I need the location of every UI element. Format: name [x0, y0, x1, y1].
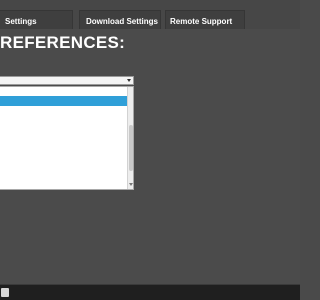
- tab-remote-support[interactable]: Remote Support: [165, 10, 245, 29]
- scroll-thumb[interactable]: [129, 125, 133, 171]
- vertical-scrollbar[interactable]: [127, 87, 133, 189]
- preferences-dropdown[interactable]: [0, 76, 134, 85]
- top-nav: Settings Download Settings Remote Suppor…: [0, 0, 300, 29]
- page-title: REFERENCES:: [0, 33, 126, 52]
- app-icon[interactable]: [1, 288, 9, 297]
- app-window: Settings Download Settings Remote Suppor…: [0, 0, 300, 300]
- arrow-down-icon[interactable]: [129, 183, 133, 186]
- tab-settings[interactable]: Settings: [0, 10, 73, 29]
- preferences-list[interactable]: [0, 86, 134, 190]
- selected-list-item[interactable]: [0, 96, 128, 106]
- tab-download-settings[interactable]: Download Settings: [79, 10, 161, 29]
- chevron-down-icon[interactable]: [127, 79, 131, 82]
- taskbar: [0, 284, 300, 300]
